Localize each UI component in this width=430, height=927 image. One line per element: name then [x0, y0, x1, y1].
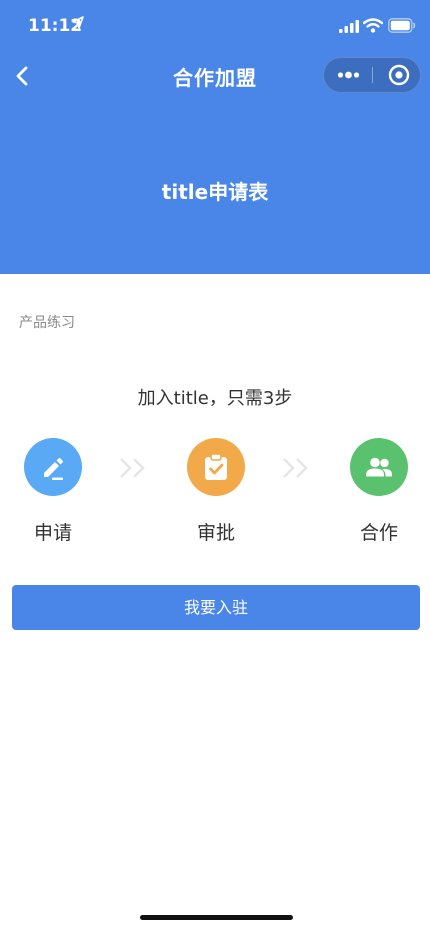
- edit-icon: [44, 458, 63, 480]
- clipboard-check-icon: [205, 453, 227, 480]
- location-arrow-icon: [72, 16, 84, 29]
- step-apply-circle: [24, 438, 82, 496]
- mini-program-capsule: [323, 57, 421, 93]
- people-icon: [366, 457, 392, 477]
- home-indicator: [140, 915, 293, 920]
- step-cooperate-label: 合作: [359, 522, 398, 544]
- battery-icon: [388, 18, 416, 33]
- steps-heading: 加入title，只需3步: [137, 388, 293, 409]
- header-banner: 11:12 合作加盟 title申请表: [0, 0, 430, 274]
- join-button[interactable]: 我要入驻: [12, 585, 420, 630]
- navigation-bar: 合作加盟: [0, 54, 430, 98]
- double-chevron-icon: [283, 458, 308, 478]
- status-bar: 11:12: [0, 0, 430, 54]
- close-target-icon[interactable]: [374, 58, 420, 92]
- section-label: 产品练习: [19, 315, 75, 331]
- step-apply-label: 申请: [33, 522, 72, 544]
- step-approve-label: 审批: [196, 522, 235, 544]
- double-chevron-icon: [120, 458, 145, 478]
- capsule-divider: [372, 67, 373, 83]
- step-approve-circle: [187, 438, 245, 496]
- banner-title: title申请表: [161, 180, 269, 204]
- more-dots-icon[interactable]: [324, 58, 372, 92]
- wifi-icon: [363, 18, 383, 33]
- cellular-signal-icon: [339, 20, 359, 33]
- step-cooperate-circle: [350, 438, 408, 496]
